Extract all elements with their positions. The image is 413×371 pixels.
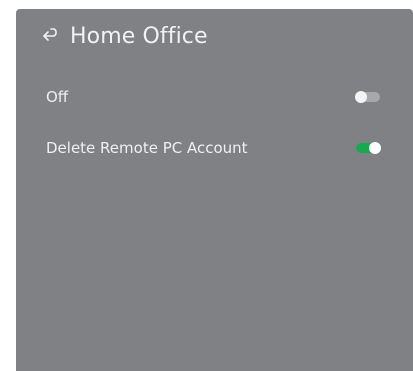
- toggle-knob: [369, 142, 381, 154]
- delete-remote-pc-account-toggle[interactable]: [356, 142, 381, 154]
- panel-header: Home Office: [40, 19, 208, 53]
- back-arrow-icon[interactable]: [40, 25, 62, 47]
- settings-panel: Home Office Off Delete Remote PC Account: [16, 9, 413, 371]
- off-toggle[interactable]: [355, 91, 380, 103]
- setting-row-off[interactable]: Off: [46, 86, 380, 108]
- setting-row-delete-remote-pc-account[interactable]: Delete Remote PC Account: [46, 137, 381, 159]
- page-title: Home Office: [70, 23, 208, 49]
- toggle-knob: [355, 91, 367, 103]
- setting-label-off: Off: [46, 88, 69, 106]
- setting-label-delete-remote-pc-account: Delete Remote PC Account: [46, 139, 248, 157]
